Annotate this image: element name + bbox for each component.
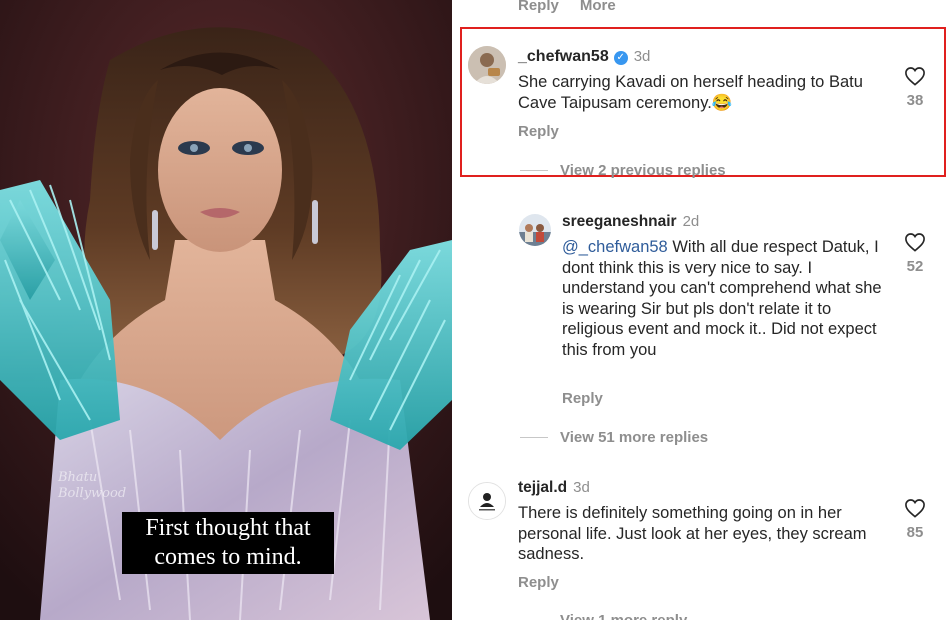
reply-button[interactable]: Reply [518, 574, 559, 591]
caption-line-1: First thought that [145, 515, 311, 541]
view-replies-label: View 51 more replies [560, 429, 709, 446]
heart-icon [905, 233, 925, 252]
like-button[interactable]: 85 [895, 498, 935, 541]
avatar-image [468, 46, 506, 84]
photo-watermark: Bhatu Bollywood [58, 470, 158, 502]
photo-caption: First thought that comes to mind. [122, 512, 334, 574]
watermark-line-1: Bhatu [58, 470, 98, 485]
comment-time: 2d [682, 213, 700, 230]
comment-username[interactable]: sreeganeshnair [562, 213, 677, 230]
like-button[interactable]: 52 [895, 232, 935, 275]
like-count: 85 [906, 524, 924, 541]
avatar[interactable] [468, 46, 506, 84]
reply-button[interactable]: Reply [518, 0, 559, 14]
avatar-image [469, 483, 505, 519]
reply-button[interactable]: Reply [518, 123, 559, 140]
avatar-image [519, 214, 551, 246]
comment-text: She carrying Kavadi on herself heading t… [518, 73, 863, 112]
view-more-replies[interactable]: View 1 more reply [520, 612, 687, 620]
view-replies-label: View 1 more reply [560, 612, 687, 620]
watermark-line-2: Bollywood [58, 486, 127, 501]
comment-text: @_chefwan58 With all due respect Datuk, … [562, 237, 887, 360]
mention-link[interactable]: @_chefwan58 [562, 238, 668, 256]
divider-line [520, 170, 548, 171]
like-count: 38 [906, 92, 924, 109]
caption-line-2: comes to mind. [154, 544, 302, 570]
like-count: 52 [906, 258, 924, 275]
comment-username[interactable]: tejjal.d [518, 479, 567, 496]
view-replies-label: View 2 previous replies [560, 162, 726, 179]
heart-icon [905, 67, 925, 86]
comment-time: 3d [633, 48, 651, 65]
view-more-replies[interactable]: View 51 more replies [520, 429, 708, 446]
more-button[interactable]: More [580, 0, 616, 14]
avatar[interactable] [519, 214, 551, 246]
comments-panel: Reply More _chefwan58 ✓ 3d She carrying Ka… [452, 0, 950, 620]
avatar[interactable] [468, 482, 506, 520]
heart-icon [905, 499, 925, 518]
comment-body: With all due respect Datuk, I dont think… [562, 238, 882, 359]
comment-time: 3d [573, 479, 590, 496]
reply-button[interactable]: Reply [562, 390, 603, 407]
comment-username[interactable]: _chefwan58 [518, 48, 609, 65]
previous-comment-actions: Reply More [518, 0, 616, 14]
divider-line [520, 437, 548, 438]
comment-text: There is definitely something going on i… [518, 504, 867, 563]
like-button[interactable]: 38 [895, 66, 935, 109]
verified-badge-icon: ✓ [613, 51, 628, 65]
view-previous-replies[interactable]: View 2 previous replies [520, 162, 726, 179]
post-photo[interactable]: Bhatu Bollywood First thought that comes… [0, 0, 452, 620]
